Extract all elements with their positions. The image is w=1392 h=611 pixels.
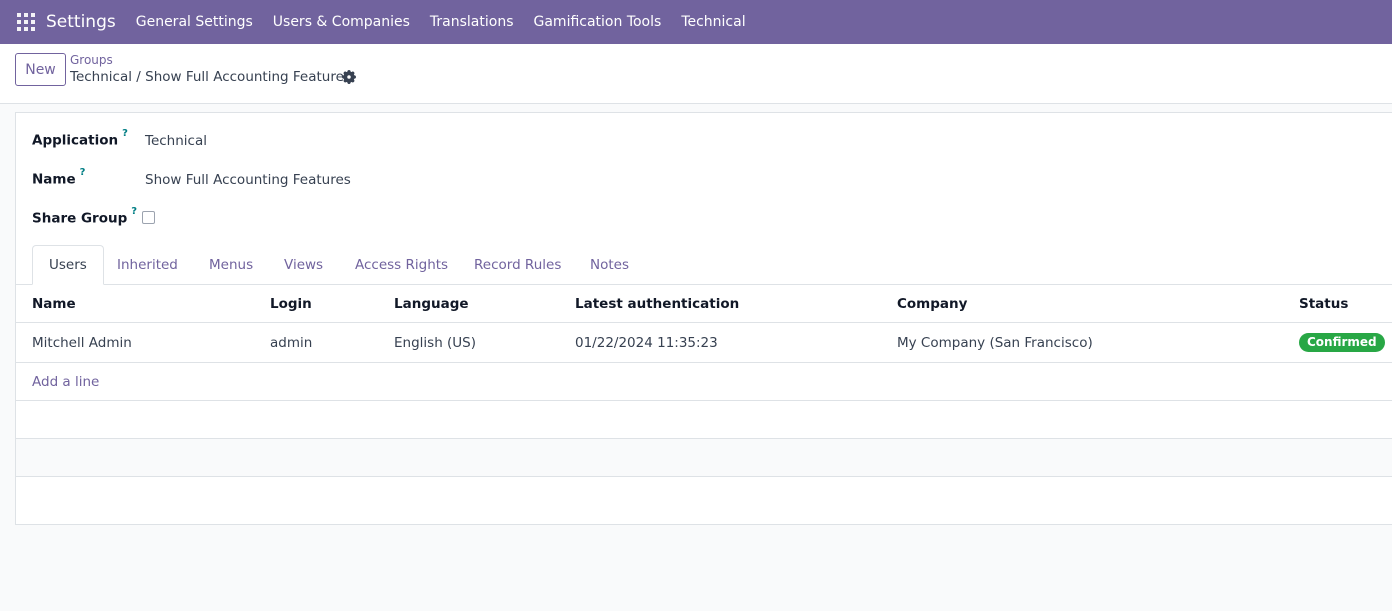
gear-icon[interactable] (342, 70, 356, 84)
menu-users-companies[interactable]: Users & Companies (263, 0, 420, 44)
tab-views[interactable]: Views (268, 245, 339, 285)
help-icon[interactable]: ? (131, 206, 137, 217)
user-name-cell: Mitchell Admin (32, 334, 132, 351)
user-company-cell: My Company (San Francisco) (897, 334, 1093, 351)
breadcrumb-parent-link[interactable]: Groups (70, 53, 113, 67)
column-header-login[interactable]: Login (270, 285, 312, 322)
column-header-company[interactable]: Company (897, 285, 967, 322)
column-header-status[interactable]: Status (1299, 285, 1348, 322)
user-latest-auth-cell: 01/22/2024 11:35:23 (575, 334, 718, 351)
table-header: Name Login Language Latest authenticatio… (16, 285, 1392, 323)
name-value[interactable]: Show Full Accounting Features (145, 172, 351, 188)
top-navbar: Settings General Settings Users & Compan… (0, 0, 1392, 44)
apps-grid-icon[interactable] (17, 13, 35, 31)
tab-menus[interactable]: Menus (193, 245, 269, 285)
share-group-checkbox[interactable] (142, 211, 155, 224)
empty-row (16, 401, 1392, 439)
form-sheet: Application? Technical Name? Show Full A… (15, 112, 1392, 525)
notebook-tabs: Users Inherited Menus Views Access Right… (16, 245, 1392, 285)
tab-notes[interactable]: Notes (574, 245, 645, 285)
menu-technical[interactable]: Technical (671, 0, 755, 44)
menu-gamification-tools[interactable]: Gamification Tools (524, 0, 672, 44)
new-button[interactable]: New (15, 53, 66, 86)
application-value[interactable]: Technical (145, 133, 207, 149)
table-row[interactable]: Mitchell Admin admin English (US) 01/22/… (16, 323, 1392, 363)
app-brand[interactable]: Settings (46, 12, 116, 32)
column-header-latest-authentication[interactable]: Latest authentication (575, 285, 739, 322)
column-header-language[interactable]: Language (394, 285, 469, 322)
breadcrumb-current: Technical / Show Full Accounting Feature… (70, 69, 351, 85)
add-line-row: Add a line (16, 363, 1392, 401)
user-status-cell: Confirmed (1299, 323, 1385, 362)
control-panel: New Groups Technical / Show Full Account… (0, 44, 1392, 104)
status-badge: Confirmed (1299, 333, 1385, 352)
share-group-label: Share Group? (32, 206, 138, 227)
menu-general-settings[interactable]: General Settings (126, 0, 263, 44)
help-icon[interactable]: ? (122, 128, 128, 139)
empty-row (16, 439, 1392, 477)
tab-access-rights[interactable]: Access Rights (339, 245, 464, 285)
tab-inherited[interactable]: Inherited (101, 245, 194, 285)
tab-users[interactable]: Users (32, 245, 104, 285)
name-label: Name? (32, 167, 86, 188)
users-table: Name Login Language Latest authenticatio… (16, 285, 1392, 526)
add-line-link[interactable]: Add a line (32, 363, 99, 400)
tab-record-rules[interactable]: Record Rules (458, 245, 577, 285)
empty-row (16, 477, 1392, 526)
user-language-cell: English (US) (394, 334, 477, 351)
column-header-name[interactable]: Name (32, 285, 76, 322)
menu-translations[interactable]: Translations (420, 0, 524, 44)
user-login-cell: admin (270, 334, 313, 351)
help-icon[interactable]: ? (80, 167, 86, 178)
application-label: Application? (32, 128, 128, 149)
